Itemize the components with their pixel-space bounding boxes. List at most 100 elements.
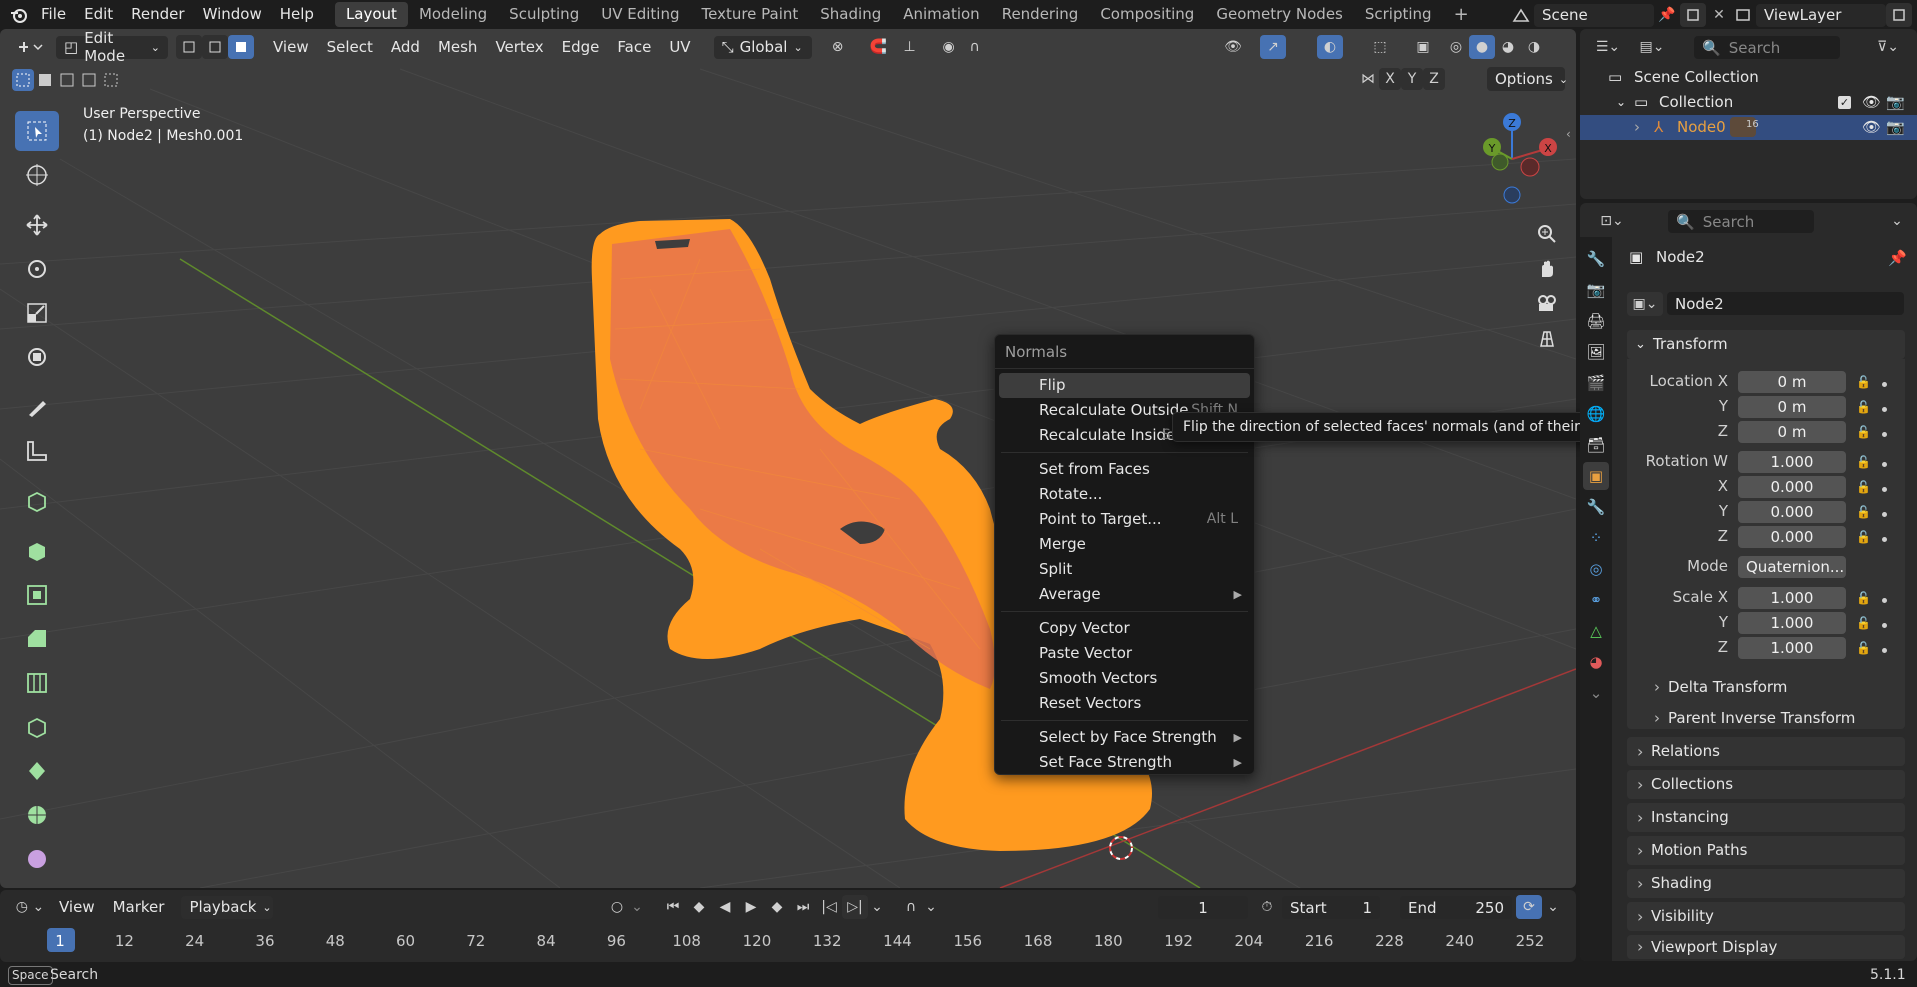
lock-icon[interactable]: 🔓 xyxy=(1856,375,1871,389)
modifier-tab-icon[interactable]: 🔧 xyxy=(1583,493,1609,521)
sidebar-toggle-icon[interactable]: ‹ xyxy=(1566,127,1571,141)
outliner-row-collection[interactable]: ⌄ ▭ Collection ✓ 👁 📷 xyxy=(1580,90,1917,115)
editor-type-icon[interactable] xyxy=(10,35,50,59)
scene-name-field[interactable]: Scene xyxy=(1534,3,1654,27)
transform-orientation-dropdown[interactable]: ⤡ Global ⌄ xyxy=(713,35,812,59)
timeline-menu-marker[interactable]: Marker xyxy=(104,898,174,916)
lock-icon[interactable]: 🔓 xyxy=(1856,480,1871,494)
collections-panel[interactable]: Collections xyxy=(1627,770,1905,799)
scale-z-field[interactable]: 1.000 xyxy=(1738,637,1846,659)
loop-cut-tool-icon[interactable] xyxy=(15,663,59,703)
object-browse-icon[interactable]: ▣⌄ xyxy=(1627,292,1663,316)
lock-icon[interactable]: 🔓 xyxy=(1856,400,1871,414)
tool-tab-icon[interactable]: 🔧 xyxy=(1583,245,1609,273)
menu-item-flip[interactable]: Flip xyxy=(999,373,1250,398)
3d-cursor-marker[interactable] xyxy=(1109,836,1133,860)
menu-item-average[interactable]: Average ▶ xyxy=(999,582,1250,607)
world-tab-icon[interactable]: 🌐 xyxy=(1583,400,1609,428)
material-tab-icon[interactable]: ◕ xyxy=(1583,648,1609,676)
scale-x-field[interactable]: 1.000 xyxy=(1738,587,1846,609)
lock-icon[interactable]: 🔓 xyxy=(1856,505,1871,519)
tab-modeling[interactable]: Modeling xyxy=(408,2,498,27)
extrude-region-tool-icon[interactable] xyxy=(15,531,59,571)
timeline-editor-type-icon[interactable]: ◷ ⌄ xyxy=(10,895,50,919)
menu-item-merge[interactable]: Merge xyxy=(999,532,1250,557)
chevron-down-icon[interactable]: ⌄ xyxy=(868,895,886,919)
outliner-search-input[interactable]: 🔍 Search xyxy=(1694,36,1840,59)
rotate-tool-icon[interactable] xyxy=(15,249,59,289)
lock-icon[interactable]: 🔓 xyxy=(1856,641,1871,655)
solid-shading-icon[interactable]: ● xyxy=(1469,35,1495,59)
keyframe-dot[interactable] xyxy=(1882,462,1887,467)
lock-icon[interactable]: 🔓 xyxy=(1856,455,1871,469)
rotation-x-field[interactable]: 0.000 xyxy=(1738,476,1846,498)
sync-icon[interactable]: ⟳ xyxy=(1516,895,1542,919)
chevron-down-icon[interactable]: ⌄ xyxy=(922,895,940,919)
camera-render-icon[interactable]: 📷 xyxy=(1886,90,1905,115)
timeline-menu-view[interactable]: View xyxy=(50,898,104,916)
smooth-tool-icon[interactable] xyxy=(15,839,59,879)
auto-keying-icon[interactable]: ○ xyxy=(604,895,630,919)
eye-icon[interactable]: 👁 xyxy=(1862,90,1881,115)
annotate-tool-icon[interactable] xyxy=(15,387,59,427)
view-layer-name-field[interactable]: ViewLayer xyxy=(1756,3,1886,27)
shrink-fatten-tool-icon[interactable] xyxy=(15,883,59,888)
inset-faces-tool-icon[interactable] xyxy=(15,575,59,615)
navigation-gizmo[interactable]: Z Y X xyxy=(1460,107,1560,207)
scene-tab-icon[interactable]: 🎬 xyxy=(1583,369,1609,397)
play-icon[interactable]: ▶ xyxy=(738,895,764,919)
pan-hand-icon[interactable] xyxy=(1530,252,1564,286)
end-frame-field[interactable]: End 250 xyxy=(1400,896,1512,919)
physics-tab-icon[interactable]: ◎ xyxy=(1583,555,1609,583)
tab-geometry-nodes[interactable]: Geometry Nodes xyxy=(1205,2,1354,27)
playback-dropdown[interactable]: Playback ⌄ xyxy=(181,895,274,919)
keyframe-dot[interactable] xyxy=(1882,432,1887,437)
keyframe-dot[interactable] xyxy=(1882,407,1887,412)
tab-animation[interactable]: Animation xyxy=(892,2,990,27)
blender-logo-icon[interactable] xyxy=(6,3,32,27)
pin-icon[interactable]: 📌 xyxy=(1654,3,1680,27)
exclude-checkbox[interactable]: ✓ xyxy=(1838,96,1851,109)
material-shading-icon[interactable]: ◕ xyxy=(1495,35,1521,59)
jump-start-icon[interactable]: ⏮ xyxy=(660,895,686,919)
tab-texture-paint[interactable]: Texture Paint xyxy=(690,2,809,27)
knife-tool-icon[interactable] xyxy=(15,707,59,747)
menu-render[interactable]: Render xyxy=(122,0,193,29)
scale-tool-icon[interactable] xyxy=(15,293,59,333)
select-extend-icon[interactable] xyxy=(34,69,56,91)
viewport-menu-face[interactable]: Face xyxy=(608,38,660,56)
pin-icon[interactable]: 📌 xyxy=(1888,249,1907,267)
mirror-x-toggle[interactable]: X xyxy=(1379,68,1401,90)
lock-icon[interactable]: 🔓 xyxy=(1856,530,1871,544)
delete-view-layer-icon[interactable]: ✕ xyxy=(1912,3,1917,27)
particles-tab-icon[interactable]: ⁘ xyxy=(1583,524,1609,552)
viewport-menu-view[interactable]: View xyxy=(264,38,318,56)
menu-window[interactable]: Window xyxy=(194,0,271,29)
menu-item-point-to-target[interactable]: Point to Target... Alt L xyxy=(999,507,1250,532)
cursor-tool-icon[interactable] xyxy=(15,155,59,195)
keyframe-dot[interactable] xyxy=(1882,648,1887,653)
outliner-row-node0[interactable]: › ⅄ Node0 16 👁 📷 xyxy=(1580,115,1917,140)
prev-keyframe-icon[interactable]: ◆ xyxy=(686,895,712,919)
new-view-layer-icon[interactable] xyxy=(1886,3,1912,27)
viewport-menu-edge[interactable]: Edge xyxy=(553,38,609,56)
rotation-y-field[interactable]: 0.000 xyxy=(1738,501,1846,523)
perspective-toggle-icon[interactable] xyxy=(1530,322,1564,356)
snap-target-icon[interactable]: ⊥ xyxy=(892,35,928,59)
rotation-w-field[interactable]: 1.000 xyxy=(1738,451,1846,473)
filter-icon[interactable]: ⊽⌄ xyxy=(1870,35,1906,59)
properties-editor-type-icon[interactable]: ⊡⌄ xyxy=(1594,209,1630,233)
menu-item-reset-vectors[interactable]: Reset Vectors xyxy=(999,691,1250,716)
keyframe-dot[interactable] xyxy=(1882,382,1887,387)
select-intersect-icon[interactable] xyxy=(100,69,122,91)
chevron-down-icon[interactable]: ⌄ xyxy=(1884,209,1910,233)
delta-transform-subpanel[interactable]: Delta Transform xyxy=(1640,675,1787,700)
pivot-point-icon[interactable]: ⊗ xyxy=(820,35,856,59)
location-y-field[interactable]: 0 m xyxy=(1738,396,1846,418)
menu-help[interactable]: Help xyxy=(271,0,323,29)
menu-item-copy-vector[interactable]: Copy Vector xyxy=(999,616,1250,641)
options-dropdown[interactable]: Options ⌄ xyxy=(1487,67,1568,91)
camera-view-icon[interactable] xyxy=(1530,287,1564,321)
viewport-menu-uv[interactable]: UV xyxy=(660,38,699,56)
menu-item-select-by-face-strength[interactable]: Select by Face Strength ▶ xyxy=(999,725,1250,750)
